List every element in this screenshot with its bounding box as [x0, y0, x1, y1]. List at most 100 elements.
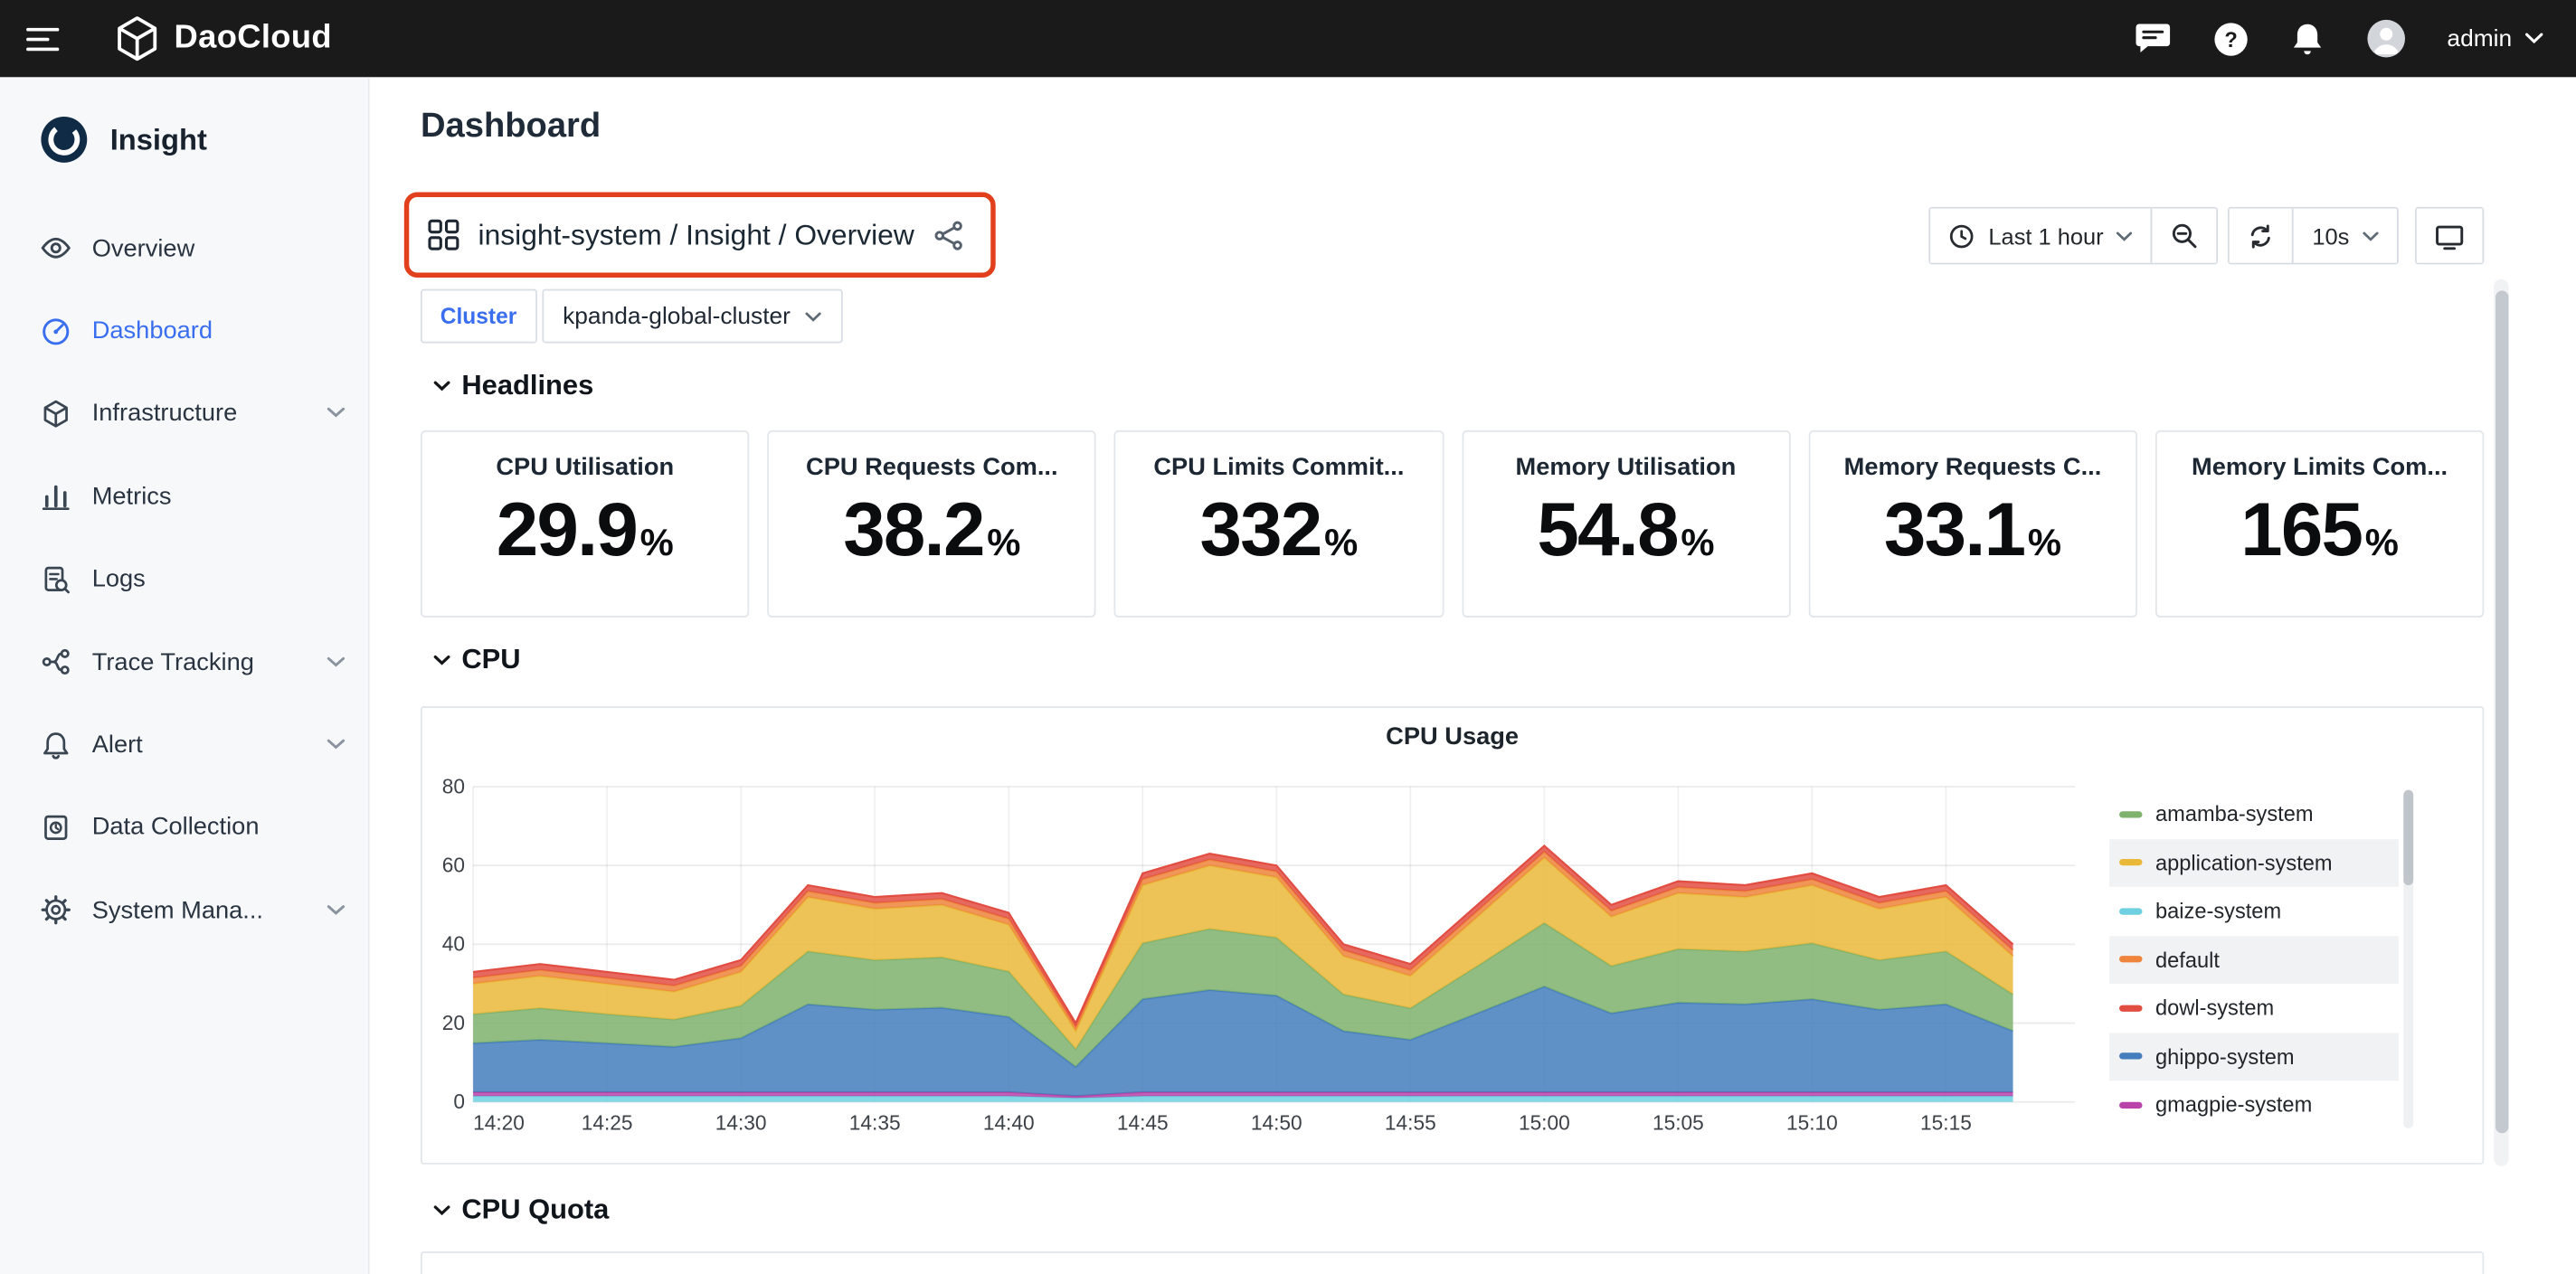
stat-card-cpu-limits: CPU Limits Commit... 332%: [1114, 430, 1444, 618]
trace-icon: [41, 647, 71, 677]
legend-swatch: [2119, 1101, 2142, 1108]
page-scrollbar-thumb[interactable]: [2495, 290, 2508, 1133]
insight-logo-icon: [40, 115, 89, 164]
section-cpu-quota[interactable]: CPU Quota: [434, 1194, 610, 1226]
sidebar-item-logs[interactable]: Logs: [0, 538, 368, 621]
bell-icon[interactable]: [2289, 21, 2324, 57]
sidebar-item-label: Trace Tracking: [92, 648, 254, 676]
cluster-label: Cluster: [421, 289, 536, 344]
x-tick-label: 14:35: [849, 1111, 901, 1135]
chevron-down-icon: [327, 904, 345, 916]
sidebar-item-trace-tracking[interactable]: Trace Tracking: [0, 620, 368, 703]
sidebar-item-dashboard[interactable]: Dashboard: [0, 289, 368, 373]
caret-down-icon[interactable]: [2525, 33, 2543, 44]
chat-icon[interactable]: [2133, 21, 2171, 57]
y-tick-label: 80: [442, 777, 465, 797]
stat-value: 29.9%: [422, 487, 748, 571]
product-header: Insight: [0, 77, 368, 164]
stat-value: 38.2%: [769, 487, 1094, 571]
help-icon[interactable]: ?: [2212, 21, 2249, 57]
sidebar-item-overview[interactable]: Overview: [0, 207, 368, 290]
x-tick-label: 15:15: [1920, 1111, 1972, 1135]
share-icon[interactable]: [933, 219, 964, 250]
sidebar-item-system-management[interactable]: System Mana...: [0, 869, 368, 952]
stat-title: Memory Utilisation: [1463, 453, 1788, 481]
alert-bell-icon: [41, 730, 71, 760]
daocloud-insight-app: DaoCloud ?: [0, 0, 2576, 1274]
sidebar-item-data-collection[interactable]: Data Collection: [0, 787, 368, 870]
menu-icon[interactable]: [26, 24, 66, 53]
chart-legend: amamba-systemapplication-system baize-sys…: [2109, 790, 2399, 1129]
username[interactable]: admin: [2447, 25, 2512, 52]
cluster-select[interactable]: kpanda-global-cluster: [542, 289, 844, 344]
settings-gear-icon: [41, 895, 71, 925]
legend-item-amamba-system[interactable]: amamba-system: [2109, 790, 2399, 839]
x-tick-label: 15:10: [1786, 1111, 1838, 1135]
section-headlines[interactable]: Headlines: [434, 370, 594, 402]
headline-stats: CPU Utilisation 29.9% CPU Requests Com..…: [421, 430, 2484, 618]
refresh-button[interactable]: [2230, 209, 2293, 263]
x-tick-label: 14:55: [1385, 1111, 1436, 1135]
y-tick-label: 20: [442, 1011, 465, 1034]
stat-title: CPU Requests Com...: [769, 453, 1094, 481]
breadcrumb-text[interactable]: insight-system / Insight / Overview: [478, 218, 914, 252]
legend-item-application-system[interactable]: application-system: [2109, 838, 2399, 887]
legend-label: baize-system: [2155, 899, 2281, 923]
stat-title: Memory Limits Com...: [2157, 453, 2483, 481]
avatar[interactable]: [2365, 18, 2406, 59]
sidebar-item-label: Infrastructure: [92, 400, 238, 428]
legend-swatch: [2119, 811, 2142, 817]
refresh-icon: [2249, 222, 2275, 249]
svg-text:?: ?: [2223, 28, 2236, 52]
daocloud-logo-icon[interactable]: [115, 16, 159, 61]
y-tick-label: 0: [453, 1090, 465, 1113]
chart-title[interactable]: CPU Usage: [422, 722, 2483, 750]
time-range-button[interactable]: Last 1 hour: [1931, 209, 2152, 263]
x-tick-label: 15:00: [1519, 1111, 1570, 1135]
zoom-out-button[interactable]: [2151, 209, 2217, 263]
section-chevron-icon: [434, 381, 450, 391]
legend-swatch: [2119, 859, 2142, 865]
legend-item-dowl-system[interactable]: dowl-system: [2109, 984, 2399, 1033]
sidebar: Insight Overview Dashboard Infrastructur…: [0, 77, 370, 1273]
sidebar-item-label: Overview: [92, 234, 195, 262]
x-tick-label: 14:30: [715, 1111, 767, 1135]
refresh-interval-label: 10s: [2312, 222, 2349, 249]
legend-item-ghippo-system[interactable]: ghippo-system: [2109, 1033, 2399, 1081]
x-tick-label: 15:05: [1653, 1111, 1704, 1135]
chevron-down-icon: [327, 739, 345, 750]
stat-title: Memory Requests C...: [1810, 453, 2136, 481]
brand-name: DaoCloud: [175, 20, 332, 58]
main-content: Dashboard insight-system / Insight / Ove…: [370, 77, 2576, 1273]
legend-item-default[interactable]: default: [2109, 935, 2399, 984]
sidebar-item-label: Dashboard: [92, 317, 213, 345]
stat-title: CPU Limits Commit...: [1116, 453, 1442, 481]
tv-icon: [2435, 221, 2465, 250]
gauge-icon: [41, 316, 71, 346]
metrics-icon: [41, 482, 71, 512]
kiosk-mode-button[interactable]: [2417, 209, 2483, 263]
legend-swatch: [2119, 957, 2142, 963]
section-cpu[interactable]: CPU: [434, 644, 521, 676]
legend-item-baize-system[interactable]: baize-system: [2109, 887, 2399, 936]
cluster-variable: Cluster kpanda-global-cluster: [421, 289, 843, 344]
y-tick-label: 60: [442, 853, 465, 876]
refresh-interval-button[interactable]: 10s: [2293, 209, 2397, 263]
legend-scrollbar: [2403, 790, 2413, 1128]
section-chevron-icon: [434, 1205, 450, 1215]
stat-card-cpu-utilisation: CPU Utilisation 29.9%: [421, 430, 750, 618]
sidebar-item-infrastructure[interactable]: Infrastructure: [0, 373, 368, 456]
sidebar-item-alert[interactable]: Alert: [0, 703, 368, 787]
legend-scrollbar-thumb[interactable]: [2403, 790, 2413, 885]
legend-label: dowl-system: [2155, 996, 2274, 1020]
page-scrollbar: [2494, 279, 2508, 1166]
legend-item-gmagpie-system[interactable]: gmagpie-system: [2109, 1081, 2399, 1129]
dashboard-breadcrumb[interactable]: insight-system / Insight / Overview: [404, 193, 995, 278]
x-tick-label: 14:50: [1251, 1111, 1302, 1135]
legend-swatch: [2119, 1053, 2142, 1060]
time-range-label: Last 1 hour: [1988, 222, 2103, 249]
stat-value: 165%: [2157, 487, 2483, 571]
caret-down-icon: [2117, 231, 2133, 241]
legend-label: ghippo-system: [2155, 1044, 2295, 1069]
sidebar-item-metrics[interactable]: Metrics: [0, 455, 368, 538]
